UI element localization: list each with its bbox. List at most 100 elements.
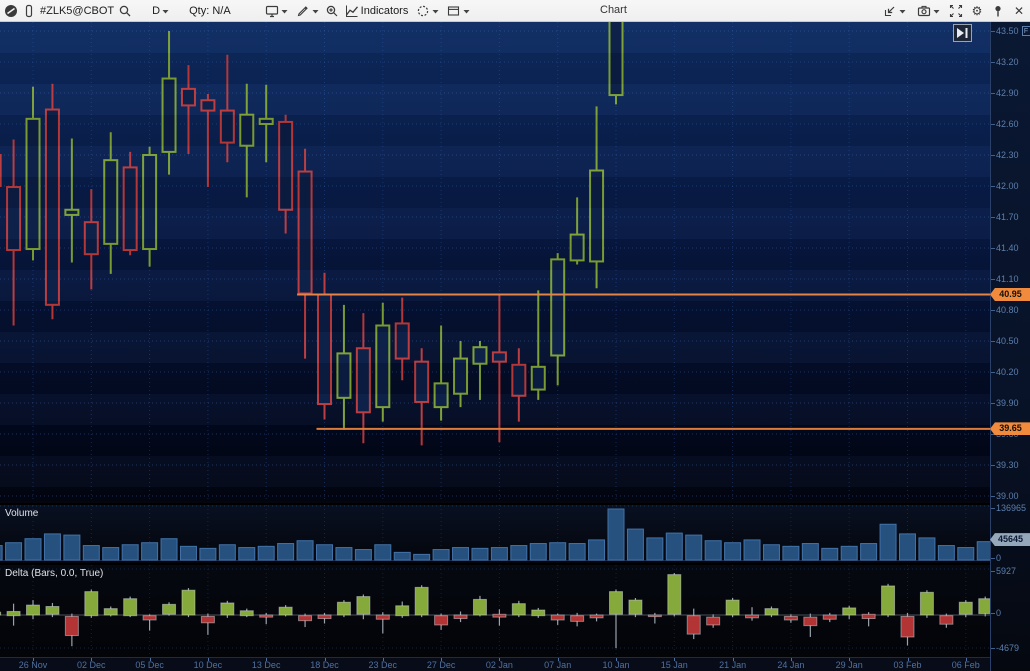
delta-bar <box>551 614 564 625</box>
gear-icon[interactable]: ⚙ <box>970 4 984 18</box>
time-axis-label: 27 Dec <box>419 660 463 670</box>
price-axis-label: 39.90 <box>996 398 1019 408</box>
pin-icon[interactable] <box>991 4 1005 18</box>
axis-tick <box>991 93 995 94</box>
chevron-down-icon <box>312 4 319 18</box>
volume-zero-label: 0 <box>996 553 1001 563</box>
axis-tick <box>991 155 995 156</box>
candle <box>357 313 370 443</box>
interval-value: D <box>152 5 160 17</box>
time-axis-label: 02 Jan <box>477 660 521 670</box>
delta-bar <box>27 600 40 619</box>
indicators-button[interactable]: Indicators <box>343 3 411 19</box>
delta-bar <box>124 597 137 618</box>
axis-tick <box>991 465 995 466</box>
candle <box>65 138 78 262</box>
chart-root: Volume Delta (Bars, 0.0, True) 26 Nov02 … <box>0 22 1030 671</box>
volume-panel-label: Volume <box>5 508 38 519</box>
axis-tick <box>991 124 995 125</box>
delta-bar <box>221 601 234 618</box>
time-axis-label: 23 Dec <box>361 660 405 670</box>
delta-panel-label: Delta (Bars, 0.0, True) <box>5 568 103 579</box>
volume-bar <box>530 544 546 560</box>
time-axis-label: 10 Dec <box>186 660 230 670</box>
delta-min-label: -4679 <box>996 643 1019 653</box>
instrument-icon[interactable] <box>22 4 36 18</box>
delta-bar <box>279 605 292 616</box>
volume-bar <box>0 546 2 560</box>
axis-tick <box>991 248 995 249</box>
volume-bar <box>278 544 294 560</box>
candle <box>0 150 1 202</box>
candle <box>143 147 156 267</box>
popout-button[interactable] <box>881 3 908 19</box>
volume-bar <box>472 548 488 560</box>
zoom-in-icon[interactable] <box>325 4 339 18</box>
chevron-down-icon <box>432 4 439 18</box>
volume-bar <box>763 545 779 560</box>
chevron-down-icon <box>463 4 470 18</box>
chevron-down-icon <box>162 4 169 18</box>
delta-bar <box>668 573 681 616</box>
chart-toolbar: #ZLK5@CBOT D Qty: N/A <box>0 0 1030 22</box>
candle <box>7 139 20 325</box>
delta-bar <box>0 610 1 617</box>
price-axis-label: 43.20 <box>996 57 1019 67</box>
fixed-scale-marker[interactable]: F <box>1022 26 1030 36</box>
display-settings-button[interactable] <box>263 3 290 19</box>
candle <box>532 290 545 400</box>
time-axis-label: 10 Jan <box>594 660 638 670</box>
volume-bar <box>822 548 838 560</box>
qty-field[interactable]: Qty: N/A <box>189 5 231 17</box>
app-logo-icon[interactable] <box>4 4 18 18</box>
crosshair-button[interactable] <box>414 3 441 19</box>
volume-bar <box>180 546 196 560</box>
volume-panel[interactable]: Volume <box>0 503 990 561</box>
price-panel[interactable] <box>0 22 990 501</box>
volume-bar <box>6 543 22 560</box>
volume-bar <box>414 554 430 560</box>
time-axis-label: 13 Dec <box>244 660 288 670</box>
drawing-tools-button[interactable] <box>294 3 321 19</box>
delta-bar <box>260 613 273 624</box>
candle <box>396 298 409 381</box>
candle <box>27 87 40 261</box>
axis-tick <box>991 279 995 280</box>
price-candles-canvas <box>0 22 990 501</box>
close-icon[interactable]: ✕ <box>1012 4 1026 18</box>
axis-tick <box>991 62 995 63</box>
candle <box>85 189 98 289</box>
delta-bar <box>784 614 797 623</box>
candle <box>435 325 448 420</box>
chevron-down-icon <box>899 4 906 18</box>
delta-bar <box>143 614 156 630</box>
price-axis-label: 42.00 <box>996 181 1019 191</box>
volume-bar <box>686 535 702 560</box>
delta-panel[interactable]: Delta (Bars, 0.0, True) <box>0 563 990 657</box>
interval-dropdown[interactable]: D <box>150 3 171 19</box>
candle <box>493 294 506 442</box>
candle <box>46 84 59 320</box>
windows-button[interactable] <box>445 3 472 19</box>
expand-icon[interactable] <box>949 4 963 18</box>
symbol-field[interactable]: #ZLK5@CBOT <box>40 5 114 17</box>
candle <box>609 22 622 104</box>
candle <box>163 31 176 175</box>
search-icon[interactable] <box>118 4 132 18</box>
go-to-latest-button[interactable] <box>953 24 972 42</box>
axis-tick <box>991 341 995 342</box>
time-axis[interactable]: 26 Nov02 Dec05 Dec10 Dec13 Dec18 Dec23 D… <box>0 657 1030 671</box>
indicators-label: Indicators <box>361 5 409 17</box>
volume-bar <box>44 534 60 560</box>
price-axis-column[interactable]: 43.50F43.2042.9042.6042.3042.0041.7041.4… <box>990 22 1030 671</box>
volume-current-tag: 45645 <box>990 533 1030 546</box>
delta-bar <box>609 589 622 648</box>
time-axis-label: 21 Jan <box>711 660 755 670</box>
volume-bar <box>122 545 138 560</box>
windows-icon <box>447 4 461 18</box>
chart-line-icon <box>345 4 359 18</box>
snapshot-button[interactable] <box>915 3 942 19</box>
price-axis-label: 42.30 <box>996 150 1019 160</box>
delta-bar <box>104 606 117 616</box>
volume-bar <box>783 546 799 560</box>
